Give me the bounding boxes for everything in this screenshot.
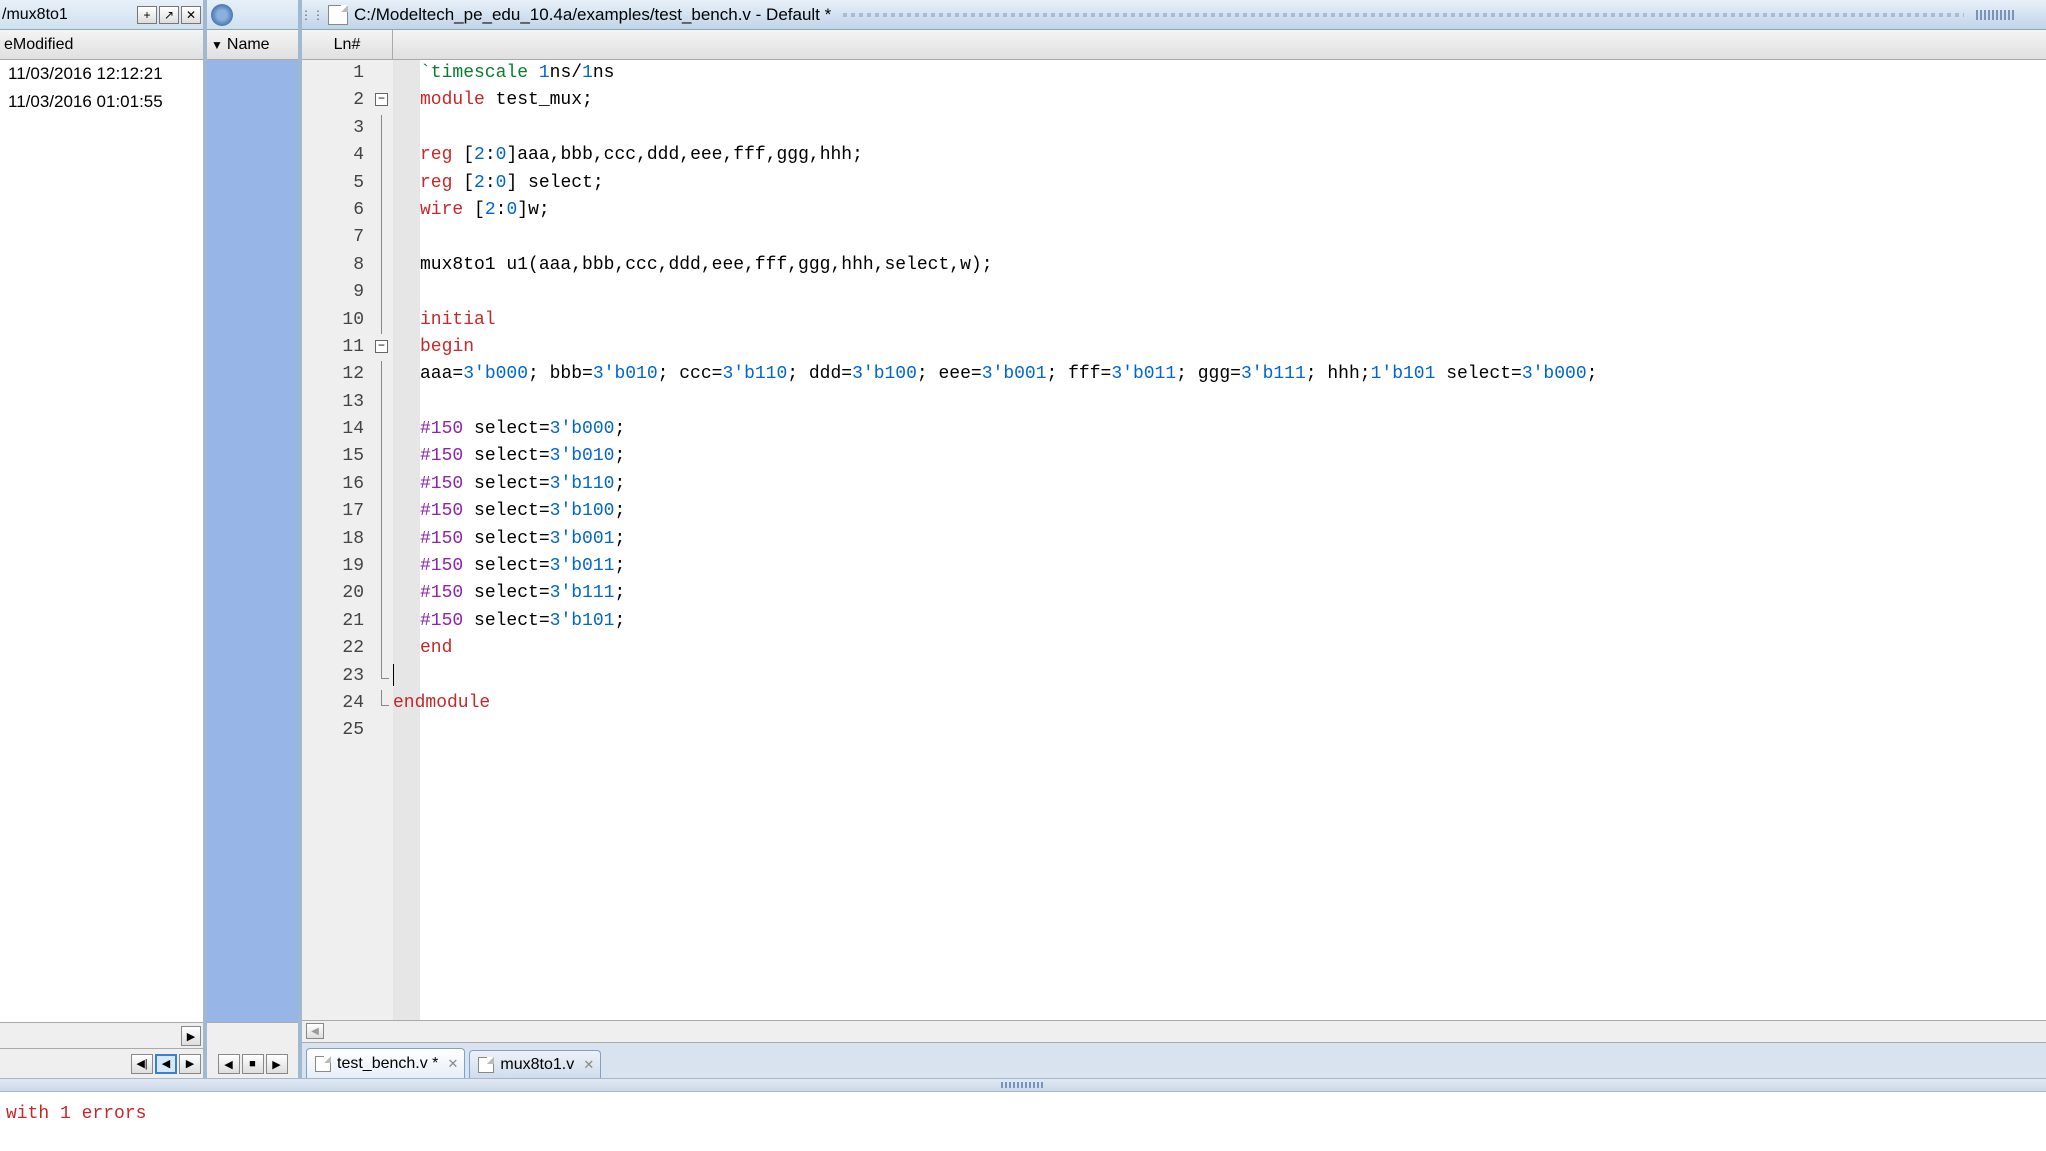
grip-icon: [1001, 1082, 1045, 1088]
fold-gutter[interactable]: −−: [372, 60, 393, 1020]
dock-plus-icon[interactable]: +: [137, 6, 157, 24]
document-icon: [478, 1057, 494, 1073]
file-browser-title-bar[interactable]: /mux8to1 + ↗ ✕: [0, 0, 203, 30]
horizontal-splitter[interactable]: [0, 1078, 2046, 1092]
column-header-name[interactable]: ▼ Name: [207, 30, 298, 60]
nav-next-icon[interactable]: ▶: [266, 1054, 288, 1074]
error-text: with 1 errors: [6, 1104, 146, 1124]
editor-file-path: C:/Modeltech_pe_edu_10.4a/examples/test_…: [354, 5, 831, 25]
ln-header-label[interactable]: Ln#: [302, 30, 393, 59]
close-tab-icon[interactable]: ✕: [448, 1056, 459, 1072]
scroll-left-icon[interactable]: ◀: [306, 1023, 324, 1039]
h-scrollbar[interactable]: ▶: [0, 1022, 203, 1048]
line-number-header: Ln#: [302, 30, 2046, 60]
close-tab-icon[interactable]: ✕: [583, 1057, 594, 1073]
title-decoration: [843, 13, 1964, 17]
nav-prev-icon[interactable]: ◀: [155, 1054, 177, 1074]
editor-h-scrollbar[interactable]: ◀: [302, 1020, 2046, 1042]
file-row[interactable]: 11/03/2016 01:01:55: [0, 88, 203, 116]
file-browser-title: /mux8to1: [2, 6, 68, 24]
structure-body[interactable]: [207, 60, 298, 1022]
editor-title-bar[interactable]: ⋮⋮ C:/Modeltech_pe_edu_10.4a/examples/te…: [302, 0, 2046, 30]
column-header-modified[interactable]: eModified: [0, 30, 203, 60]
sort-triangle-icon: ▼: [211, 38, 223, 52]
file-browser-rows: 11/03/2016 12:12:21 11/03/2016 01:01:55: [0, 60, 203, 1022]
scroll-right-icon[interactable]: ▶: [181, 1026, 201, 1046]
structure-title-bar[interactable]: [207, 0, 298, 30]
file-row[interactable]: 11/03/2016 12:12:21: [0, 60, 203, 88]
nav-prev-icon[interactable]: ◀: [218, 1054, 240, 1074]
structure-nav: ◀ ■ ▶: [207, 1022, 298, 1078]
code-editor[interactable]: 1234567891011121314151617181920212223242…: [302, 60, 2046, 1020]
nav-stop-icon[interactable]: ■: [242, 1054, 264, 1074]
structure-panel: ▼ Name ◀ ■ ▶: [207, 0, 302, 1078]
editor-tab-test-bench[interactable]: test_bench.v * ✕: [306, 1048, 465, 1078]
editor-pane: ⋮⋮ C:/Modeltech_pe_edu_10.4a/examples/te…: [302, 0, 2046, 1078]
indent-guide: [393, 60, 420, 1020]
code-text[interactable]: `timescale 1ns/1nsmodule test_mux;reg [2…: [420, 60, 2046, 1020]
line-number-gutter: 1234567891011121314151617181920212223242…: [302, 60, 372, 1020]
document-icon: [328, 5, 348, 25]
transcript-console[interactable]: with 1 errors: [0, 1092, 2046, 1124]
gear-icon: [211, 4, 233, 26]
nav-next-icon[interactable]: ▶: [179, 1054, 201, 1074]
panel-nav-bar: ◀| ◀ ▶: [0, 1048, 203, 1078]
grip-icon[interactable]: ⋮⋮: [302, 8, 322, 22]
popout-icon[interactable]: ↗: [159, 6, 179, 24]
file-browser-panel: /mux8to1 + ↗ ✕ eModified 11/03/2016 12:1…: [0, 0, 207, 1078]
editor-tab-mux8to1[interactable]: mux8to1.v ✕: [469, 1050, 601, 1078]
editor-tabs: test_bench.v * ✕ mux8to1.v ✕: [302, 1042, 2046, 1078]
document-icon: [315, 1056, 331, 1072]
nav-first-icon[interactable]: ◀|: [131, 1054, 153, 1074]
title-grip-icon[interactable]: [1976, 10, 2016, 20]
close-panel-icon[interactable]: ✕: [181, 6, 201, 24]
